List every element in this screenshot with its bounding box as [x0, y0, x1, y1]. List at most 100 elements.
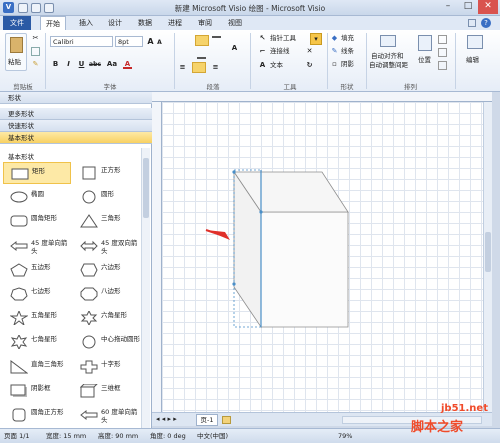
- handle-top[interactable]: [232, 170, 236, 174]
- tab-review[interactable]: 审阅: [194, 16, 216, 30]
- fill-label[interactable]: 填充: [341, 34, 354, 43]
- edit-label[interactable]: 编辑: [466, 56, 479, 65]
- edit-binoculars-icon[interactable]: [467, 35, 483, 49]
- auto-align-label[interactable]: 自动对齐和: [371, 52, 404, 61]
- maximize-button[interactable]: □: [458, 0, 478, 14]
- tab-home[interactable]: 开始: [40, 16, 66, 30]
- ribbon-minimize-icon[interactable]: [468, 19, 476, 27]
- shadow-label[interactable]: 阴影: [341, 60, 354, 69]
- handle-mid[interactable]: [259, 210, 263, 214]
- align-center-icon[interactable]: [192, 62, 206, 73]
- shrink-font-icon[interactable]: A: [155, 38, 164, 47]
- status-zoom[interactable]: 79%: [338, 429, 352, 443]
- page-nav-icons[interactable]: ◂ ◂ ▸ ▸: [156, 415, 177, 423]
- handle-low[interactable]: [232, 282, 236, 286]
- position-icon[interactable]: [418, 35, 432, 51]
- format-painter-icon[interactable]: ✎: [31, 60, 40, 69]
- align-middle-icon[interactable]: [212, 36, 221, 45]
- pane-scroll-thumb[interactable]: [143, 158, 149, 218]
- strikethrough-icon[interactable]: abc: [88, 60, 102, 69]
- shape-item-circle[interactable]: 圆形: [73, 186, 139, 208]
- text-tool-label[interactable]: 文本: [270, 61, 283, 70]
- shape-item-octagon[interactable]: 八边形: [73, 283, 139, 305]
- pointer-icon[interactable]: ↖: [258, 34, 267, 43]
- shape-item-star5[interactable]: 五角星形: [3, 307, 71, 329]
- underline-icon[interactable]: U: [77, 60, 86, 69]
- connector-icon[interactable]: ⌐: [258, 47, 267, 56]
- text-tool-icon[interactable]: A: [258, 61, 267, 70]
- change-case-icon[interactable]: Aa: [106, 60, 118, 69]
- copy-icon[interactable]: [31, 47, 40, 56]
- basic-shapes-item[interactable]: 基本形状: [0, 132, 152, 144]
- page-tab-1[interactable]: 页-1: [196, 414, 218, 426]
- status-language[interactable]: 中文(中国): [197, 429, 228, 443]
- insert-page-icon[interactable]: [222, 416, 231, 424]
- canvas-vertical-scrollbar[interactable]: [483, 102, 492, 412]
- font-color-icon[interactable]: A: [123, 60, 132, 69]
- auto-space-label[interactable]: 自动调整间距: [369, 61, 408, 70]
- shape-item-heptagon[interactable]: 七边形: [3, 283, 71, 305]
- group-icon[interactable]: [438, 61, 447, 70]
- align-bottom-icon[interactable]: [197, 50, 206, 59]
- minimize-button[interactable]: –: [438, 0, 458, 14]
- quick-shapes-item[interactable]: 快速形状: [0, 120, 152, 132]
- tab-file[interactable]: 文件: [3, 16, 31, 30]
- box-front-face[interactable]: [260, 211, 349, 328]
- connector-label[interactable]: 连接线: [270, 47, 290, 56]
- rotate-icon[interactable]: ↻: [305, 61, 314, 70]
- rect-icon: [11, 168, 29, 180]
- help-icon[interactable]: ?: [481, 18, 491, 28]
- position-label[interactable]: 位置: [418, 56, 431, 65]
- close-x-icon[interactable]: ✕: [305, 47, 314, 56]
- tab-data[interactable]: 数据: [134, 16, 156, 30]
- bold-icon[interactable]: B: [51, 60, 60, 69]
- shape-item-star6[interactable]: 六角星形: [73, 307, 139, 329]
- close-button[interactable]: ✕: [478, 0, 498, 14]
- bring-front-icon[interactable]: [438, 35, 447, 44]
- shape-item-arrow60[interactable]: 60 度单向箭头: [73, 404, 139, 426]
- more-shapes-item[interactable]: 更多形状: [0, 108, 152, 120]
- shadow-icon[interactable]: ▫: [330, 60, 339, 69]
- pane-scrollbar[interactable]: [141, 148, 150, 428]
- shape-item-arrow[interactable]: 45 度单向箭头: [3, 235, 71, 257]
- align-top-icon[interactable]: [195, 35, 209, 46]
- paste-button[interactable]: 粘贴: [5, 33, 27, 71]
- vscroll-thumb[interactable]: [485, 232, 491, 272]
- shape-item-rounded-square[interactable]: 圆角正方形: [3, 404, 71, 426]
- auto-align-icon[interactable]: [380, 35, 396, 47]
- tab-insert[interactable]: 插入: [75, 16, 97, 30]
- align-left-icon[interactable]: ≡: [178, 63, 187, 72]
- shape-item-double-arrow[interactable]: 45 度双向箭头: [73, 235, 139, 257]
- dropdown-highlight-icon[interactable]: ▾: [310, 33, 322, 45]
- shape-item-square[interactable]: 正方形: [73, 162, 139, 184]
- align-right-icon[interactable]: ≡: [211, 63, 220, 72]
- shape-item-ellipse[interactable]: 椭圆: [3, 186, 71, 208]
- grow-font-icon[interactable]: A: [146, 37, 155, 46]
- cut-icon[interactable]: ✂: [31, 34, 40, 43]
- tab-design[interactable]: 设计: [104, 16, 126, 30]
- shape-item-star7[interactable]: 七角星形: [3, 331, 71, 353]
- shape-item-pentagon[interactable]: 五边形: [3, 259, 71, 281]
- drawing-canvas[interactable]: [162, 102, 483, 412]
- line-icon[interactable]: ✎: [330, 47, 339, 56]
- shape-item-hexagon[interactable]: 六边形: [73, 259, 139, 281]
- send-back-icon[interactable]: [438, 48, 447, 57]
- shape-item-3d-box[interactable]: 三维框: [73, 380, 139, 402]
- shape-item-rounded-rect[interactable]: 圆角矩形: [3, 210, 71, 232]
- shape-item-rect[interactable]: 矩形: [3, 162, 71, 184]
- font-name-combo[interactable]: Calibri: [50, 36, 113, 47]
- italic-icon[interactable]: I: [64, 60, 73, 69]
- status-page[interactable]: 页面 1/1: [4, 429, 30, 443]
- shape-item-cross[interactable]: 十字形: [73, 356, 139, 378]
- font-size-combo[interactable]: 8pt: [115, 36, 143, 47]
- shape-item-circle-center[interactable]: 中心拖动圆形: [73, 331, 140, 353]
- line-label[interactable]: 线条: [341, 47, 354, 56]
- shape-item-triangle[interactable]: 三角形: [73, 210, 139, 232]
- tab-view[interactable]: 视图: [224, 16, 246, 30]
- shape-item-right-triangle[interactable]: 直角三角形: [3, 356, 71, 378]
- fill-icon[interactable]: ◆: [330, 34, 339, 43]
- tab-process[interactable]: 进程: [164, 16, 186, 30]
- pointer-tool-label[interactable]: 指针工具: [270, 34, 296, 43]
- text-direction-icon[interactable]: A: [230, 44, 239, 53]
- shape-item-shadow-box[interactable]: 阴影框: [3, 380, 71, 402]
